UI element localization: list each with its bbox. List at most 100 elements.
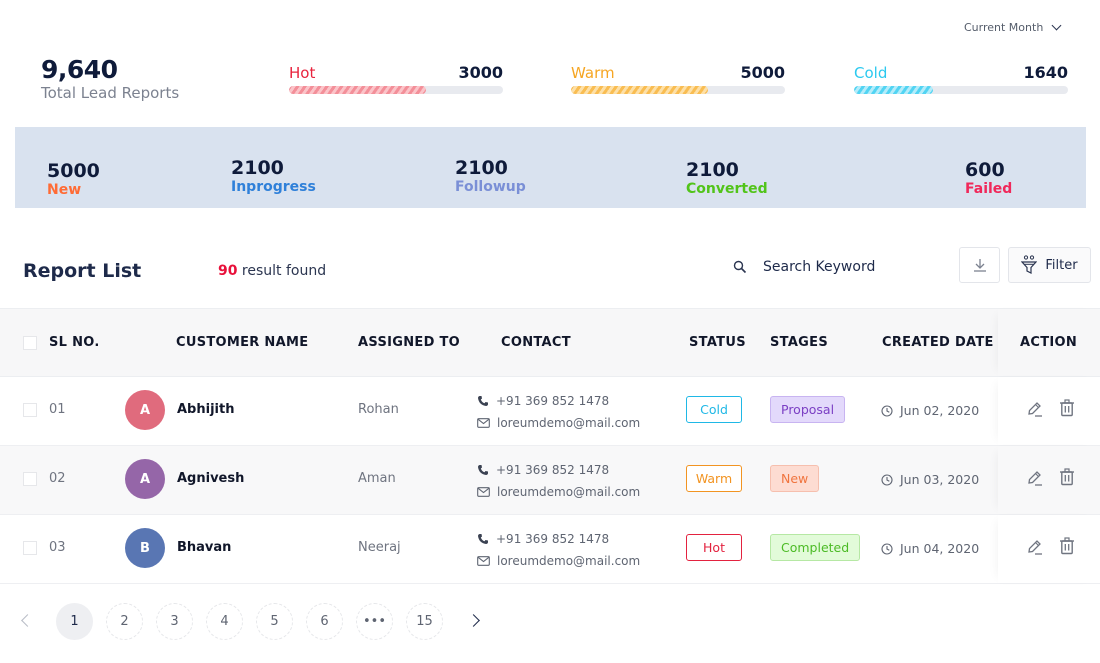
prev-page-button[interactable] xyxy=(21,614,34,627)
action-cell xyxy=(998,515,1100,583)
stage-value: 2100 xyxy=(455,157,508,179)
mail-icon xyxy=(477,556,490,566)
stage-summary-band: 5000 New 2100 Inprogress 2100 Followup 2… xyxy=(15,127,1086,208)
meter-fill xyxy=(571,86,708,94)
phone-number[interactable]: +91 369 852 1478 xyxy=(496,528,609,550)
pencil-icon xyxy=(1028,402,1042,417)
search-box[interactable] xyxy=(733,256,943,278)
report-table: SL NO. CUSTOMER NAME ASSIGNED TO CONTACT… xyxy=(0,308,1100,584)
email-address[interactable]: loreumdemo@mail.com xyxy=(497,550,640,572)
row-sl-no: 02 xyxy=(49,471,66,486)
result-count-number: 90 xyxy=(218,263,238,279)
meter-fill xyxy=(854,86,934,94)
mail-icon xyxy=(477,487,490,497)
edit-button[interactable] xyxy=(1026,400,1044,422)
email-address[interactable]: loreumdemo@mail.com xyxy=(497,412,640,434)
chevron-down-icon xyxy=(1051,20,1062,31)
page-5[interactable]: 5 xyxy=(256,603,293,640)
row-checkbox[interactable] xyxy=(23,541,37,555)
meter-name: Cold xyxy=(854,64,888,82)
meter-value: 3000 xyxy=(458,63,503,82)
meter-track xyxy=(289,86,503,94)
contact-info: +91 369 852 1478 loreumdemo@mail.com xyxy=(477,459,640,503)
delete-button[interactable] xyxy=(1059,468,1075,490)
total-lead-reports: 9,640 Total Lead Reports xyxy=(41,55,179,102)
delete-button[interactable] xyxy=(1059,399,1075,421)
stage-value: 2100 xyxy=(231,157,284,179)
stage-label: Failed xyxy=(965,181,1013,197)
edit-button[interactable] xyxy=(1026,469,1044,491)
stage-new: 5000 New xyxy=(47,160,100,198)
column-contact[interactable]: CONTACT xyxy=(501,335,571,350)
column-stages[interactable]: STAGES xyxy=(770,335,828,350)
meter-cold: Cold 1640 xyxy=(854,63,1068,94)
row-checkbox[interactable] xyxy=(23,403,37,417)
phone-icon xyxy=(478,465,488,475)
next-page-button[interactable] xyxy=(467,614,480,627)
page-2[interactable]: 2 xyxy=(106,603,143,640)
avatar: A xyxy=(125,459,165,499)
total-value: 9,640 xyxy=(41,55,118,84)
created-date-text: Jun 02, 2020 xyxy=(900,403,980,418)
stage-inprogress: 2100 Inprogress xyxy=(231,157,316,195)
filter-button[interactable]: Filter xyxy=(1008,247,1091,283)
meter-fill xyxy=(289,86,426,94)
stage-label: Inprogress xyxy=(231,179,316,195)
phone-icon xyxy=(478,534,488,544)
pencil-icon xyxy=(1028,471,1042,486)
created-date-text: Jun 04, 2020 xyxy=(900,541,980,556)
created-date: Jun 03, 2020 xyxy=(881,472,979,487)
result-count-suffix: result found xyxy=(237,263,327,279)
stage-value: 2100 xyxy=(686,159,739,181)
row-checkbox[interactable] xyxy=(23,472,37,486)
column-sl-no[interactable]: SL NO. xyxy=(49,335,100,350)
page-1[interactable]: 1 xyxy=(56,603,93,640)
page-ellipsis[interactable]: ••• xyxy=(356,603,393,640)
pencil-icon xyxy=(1028,540,1042,555)
page-15[interactable]: 15 xyxy=(406,603,443,640)
meter-track xyxy=(854,86,1068,94)
page-6[interactable]: 6 xyxy=(306,603,343,640)
search-icon xyxy=(733,260,747,274)
page-3[interactable]: 3 xyxy=(156,603,193,640)
table-row[interactable]: 01 A Abhijith Rohan +91 369 852 1478 lor… xyxy=(0,377,1100,446)
email-address[interactable]: loreumdemo@mail.com xyxy=(497,481,640,503)
stage-followup: 2100 Followup xyxy=(455,157,526,195)
column-created-date[interactable]: CREATED DATE xyxy=(882,335,994,350)
table-row[interactable]: 03 B Bhavan Neeraj +91 369 852 1478 lore… xyxy=(0,515,1100,584)
edit-button[interactable] xyxy=(1026,538,1044,560)
contact-info: +91 369 852 1478 loreumdemo@mail.com xyxy=(477,390,640,434)
status-badge: Cold xyxy=(686,396,742,423)
period-selector[interactable]: Current Month xyxy=(964,20,1062,34)
status-badge: Hot xyxy=(686,534,742,561)
result-count: 90 result found xyxy=(218,263,326,279)
search-input[interactable] xyxy=(763,259,933,275)
phone-number[interactable]: +91 369 852 1478 xyxy=(496,459,609,481)
stage-badge: Completed xyxy=(770,534,861,561)
total-label: Total Lead Reports xyxy=(41,84,180,102)
column-customer-name[interactable]: CUSTOMER NAME xyxy=(176,335,308,350)
customer-name[interactable]: Bhavan xyxy=(177,540,231,555)
download-button[interactable] xyxy=(959,247,1000,283)
column-assigned-to[interactable]: ASSIGNED TO xyxy=(358,335,460,350)
page-4[interactable]: 4 xyxy=(206,603,243,640)
clock-icon xyxy=(881,542,893,555)
pagination: 1 2 3 4 5 6 ••• 15 xyxy=(0,603,600,641)
delete-button[interactable] xyxy=(1059,537,1075,559)
stage-label: New xyxy=(47,182,82,198)
table-row[interactable]: 02 A Agnivesh Aman +91 369 852 1478 lore… xyxy=(0,446,1100,515)
select-all-checkbox[interactable] xyxy=(23,336,37,350)
action-cell xyxy=(998,377,1100,445)
column-status[interactable]: STATUS xyxy=(689,335,746,350)
customer-name[interactable]: Abhijith xyxy=(177,402,234,417)
clock-icon xyxy=(881,404,893,417)
status-badge: Warm xyxy=(686,465,742,492)
created-date-text: Jun 03, 2020 xyxy=(900,472,980,487)
avatar: B xyxy=(125,528,165,568)
phone-number[interactable]: +91 369 852 1478 xyxy=(496,390,609,412)
stage-value: 600 xyxy=(965,159,1005,181)
action-cell xyxy=(998,446,1100,514)
customer-name[interactable]: Agnivesh xyxy=(177,471,244,486)
meter-value: 1640 xyxy=(1023,63,1068,82)
stage-label: Converted xyxy=(686,181,768,197)
